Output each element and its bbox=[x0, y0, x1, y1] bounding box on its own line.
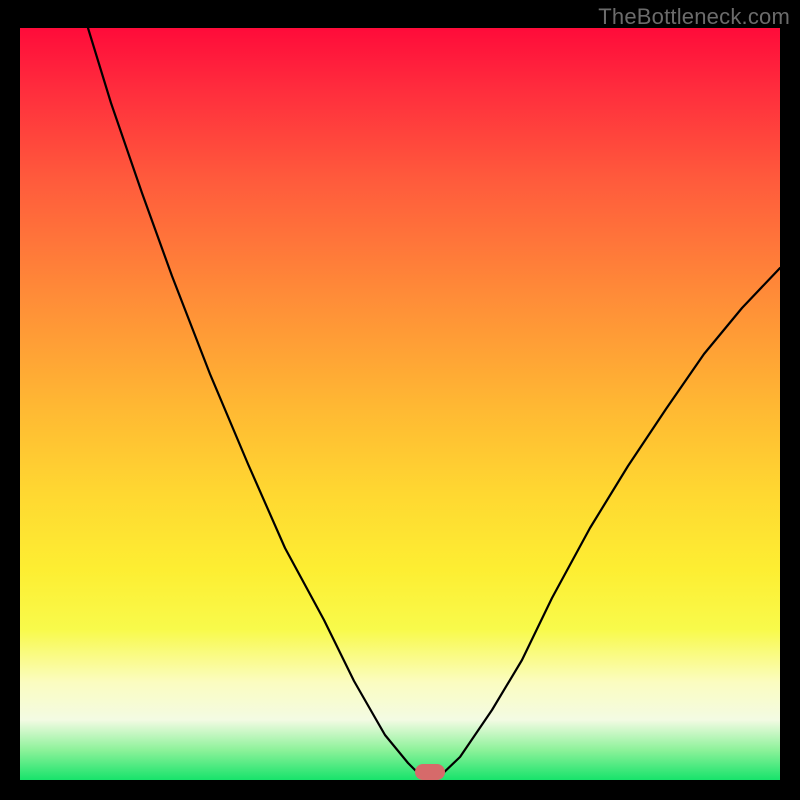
chart-frame: TheBottleneck.com bbox=[0, 0, 800, 800]
watermark-text: TheBottleneck.com bbox=[598, 4, 790, 30]
optimal-marker bbox=[415, 764, 445, 780]
plot-area bbox=[20, 28, 780, 780]
curve-path bbox=[88, 28, 780, 778]
bottleneck-curve bbox=[20, 28, 780, 780]
